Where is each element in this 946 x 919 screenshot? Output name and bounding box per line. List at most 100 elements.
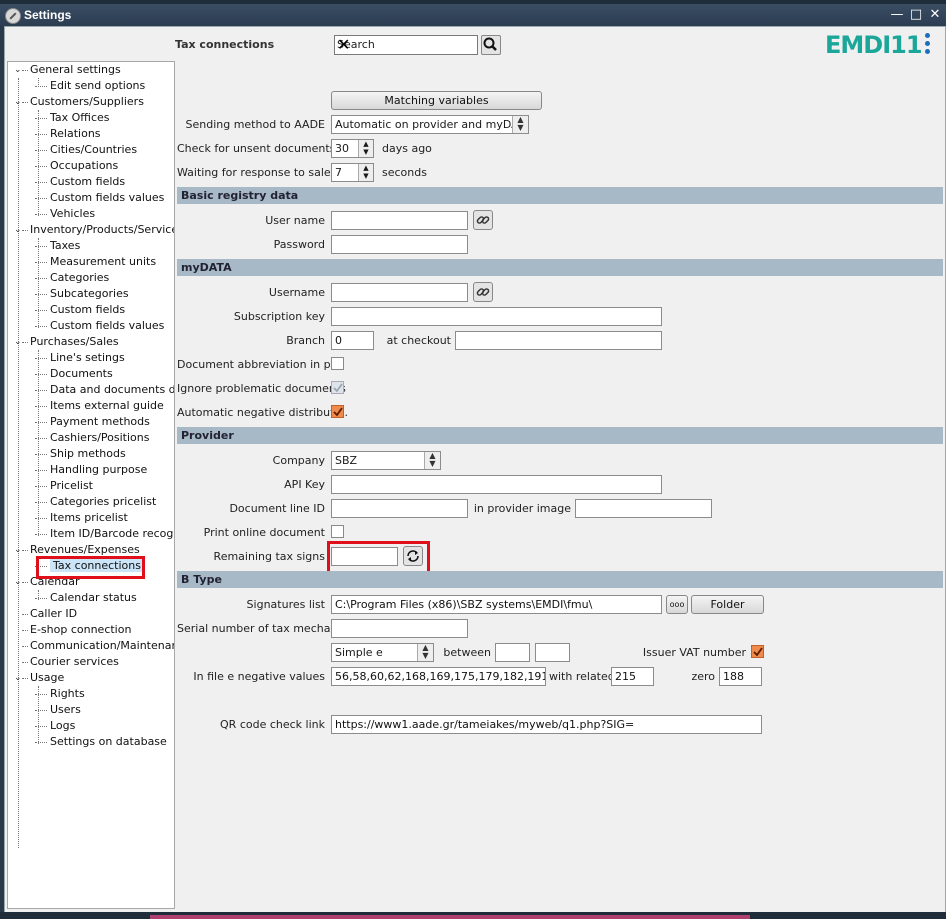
serial-number-input[interactable] xyxy=(331,619,468,638)
tree-custom-fields[interactable]: Custom fields xyxy=(8,302,125,318)
between-to-input[interactable] xyxy=(535,643,570,662)
in-provider-image-input[interactable] xyxy=(575,499,712,518)
waiting-spinner[interactable]: 7 ▲ ▼ xyxy=(331,163,374,182)
spinner-arrows-icon[interactable]: ▲ ▼ xyxy=(358,140,373,157)
tree-eshop-connection[interactable]: E-shop connection xyxy=(8,622,131,638)
tree-custom-fields-values[interactable]: Custom fields values xyxy=(8,190,164,206)
tree-vehicles[interactable]: Vehicles xyxy=(8,206,95,222)
tree-purchases-sales[interactable]: ⌄ Purchases/Sales xyxy=(8,334,119,350)
print-online-checkbox[interactable] xyxy=(331,525,344,538)
tree-customers-suppliers[interactable]: ⌄ Customers/Suppliers xyxy=(8,94,144,110)
zero-label: zero xyxy=(691,670,715,683)
collapse-icon[interactable]: ⌄ xyxy=(14,226,23,235)
collapse-icon[interactable]: ⌄ xyxy=(14,578,23,587)
subscription-key-input[interactable] xyxy=(331,307,662,326)
tree-items-external-guide[interactable]: Items external guide xyxy=(8,398,164,414)
tree-usage[interactable]: ⌄ Usage xyxy=(8,670,64,686)
with-related-label: with related xyxy=(549,670,615,683)
link-icon[interactable] xyxy=(473,210,493,230)
matching-variables-button[interactable]: Matching variables xyxy=(331,91,542,110)
print-online-label: Print online document xyxy=(203,526,325,539)
tree-communication-maintenance[interactable]: Communication/Maintenance xyxy=(8,638,174,654)
collapse-icon[interactable]: ⌄ xyxy=(14,674,23,683)
api-key-input[interactable] xyxy=(331,475,662,494)
signatures-list-input[interactable]: C:\Program Files (x86)\SBZ systems\EMDI\… xyxy=(331,595,662,614)
username-input[interactable] xyxy=(331,283,468,302)
tree-relations[interactable]: Relations xyxy=(8,126,101,142)
tree-ship-methods[interactable]: Ship methods xyxy=(8,446,126,462)
tree-cities-countries[interactable]: Cities/Countries xyxy=(8,142,137,158)
tree-courier-services[interactable]: Courier services xyxy=(8,654,119,670)
window-title: Settings xyxy=(24,8,72,22)
collapse-icon[interactable]: ⌄ xyxy=(14,66,23,75)
collapse-icon[interactable]: ⌄ xyxy=(14,98,23,107)
tree-taxes[interactable]: Taxes xyxy=(8,238,80,254)
tree-subcategories[interactable]: Subcategories xyxy=(8,286,129,302)
close-icon[interactable]: ✕ xyxy=(926,7,944,23)
search-button[interactable] xyxy=(481,35,501,55)
tree-measurement-units[interactable]: Measurement units xyxy=(8,254,156,270)
zero-input[interactable]: 188 xyxy=(719,667,762,686)
tree-calendar-status[interactable]: Calendar status xyxy=(8,590,137,606)
page-title: Tax connections xyxy=(175,38,275,51)
tree-general-settings[interactable]: ⌄ General settings xyxy=(8,62,121,78)
tree-categories-pricelist[interactable]: Categories pricelist xyxy=(8,494,156,510)
tree-logs[interactable]: Logs xyxy=(8,718,75,734)
check-unsent-spinner[interactable]: 30 ▲ ▼ xyxy=(331,139,374,158)
days-ago-label: days ago xyxy=(382,142,432,155)
auto-negative-checkbox[interactable] xyxy=(331,405,344,418)
settings-window: Tax connections Search ✕ EMDI11 ⌄ General… xyxy=(4,26,946,913)
search-input[interactable]: Search ✕ xyxy=(334,35,478,55)
doc-abbrev-label: Document abbreviation in pr... xyxy=(177,358,345,371)
tree-items-pricelist[interactable]: Items pricelist xyxy=(8,510,128,526)
with-related-input[interactable]: 215 xyxy=(611,667,654,686)
section-b-type: B Type xyxy=(177,571,943,588)
simple-e-select[interactable]: Simple e ▲ ▼ xyxy=(331,643,434,662)
password-input[interactable] xyxy=(331,235,468,254)
collapse-icon[interactable]: ⌄ xyxy=(14,546,23,555)
at-checkout-input[interactable] xyxy=(455,331,662,350)
tree-data-and-documents[interactable]: Data and documents desi xyxy=(8,382,174,398)
tree-lines-settings[interactable]: Line's setings xyxy=(8,350,125,366)
tree-payment-methods[interactable]: Payment methods xyxy=(8,414,150,430)
tree-handling-purpose[interactable]: Handling purpose xyxy=(8,462,147,478)
spinner-arrows-icon[interactable]: ▲ ▼ xyxy=(358,164,373,181)
tree-custom-fields-values[interactable]: Custom fields values xyxy=(8,318,164,334)
tree-tax-offices[interactable]: Tax Offices xyxy=(8,110,110,126)
in-file-negative-input[interactable]: 56,58,60,62,168,169,175,179,182,191,193,… xyxy=(331,667,546,686)
sending-method-select[interactable]: Automatic on provider and myDATA ▲ ▼ xyxy=(331,115,529,134)
tree-cashiers-positions[interactable]: Cashiers/Positions xyxy=(8,430,149,446)
user-name-label: User name xyxy=(265,214,325,227)
tree-caller-id[interactable]: Caller ID xyxy=(8,606,77,622)
tree-pricelist[interactable]: Pricelist xyxy=(8,478,93,494)
tree-edit-send-options[interactable]: Edit send options xyxy=(8,78,145,94)
company-select[interactable]: SBZ ▲ ▼ xyxy=(331,451,441,470)
tree-settings-on-database[interactable]: Settings on database xyxy=(8,734,167,750)
qr-code-input[interactable]: https://www1.aade.gr/tameiakes/myweb/q1.… xyxy=(331,715,762,734)
collapse-icon[interactable]: ⌄ xyxy=(14,338,23,347)
maximize-icon[interactable]: □ xyxy=(907,7,925,23)
link-icon[interactable] xyxy=(473,282,493,302)
signatures-list-label: Signatures list xyxy=(246,598,325,611)
issuer-vat-checkbox[interactable] xyxy=(751,645,764,658)
folder-button[interactable]: Folder xyxy=(691,595,764,614)
browse-button[interactable]: ooo xyxy=(666,595,688,614)
clear-search-icon[interactable]: ✕ xyxy=(337,35,475,54)
minimize-icon[interactable]: — xyxy=(888,7,906,23)
user-name-input[interactable] xyxy=(331,211,468,230)
tree-custom-fields[interactable]: Custom fields xyxy=(8,174,125,190)
tree-inventory[interactable]: ⌄ Inventory/Products/Services xyxy=(8,222,174,238)
tree-occupations[interactable]: Occupations xyxy=(8,158,118,174)
tree-users[interactable]: Users xyxy=(8,702,81,718)
doc-line-id-input[interactable] xyxy=(331,499,468,518)
tree-rights[interactable]: Rights xyxy=(8,686,85,702)
ignore-problematic-checkbox[interactable] xyxy=(331,381,344,394)
doc-abbrev-checkbox[interactable] xyxy=(331,357,344,370)
tree-item-id-barcode[interactable]: Item ID/Barcode recognize xyxy=(8,526,174,542)
branch-input[interactable]: 0 xyxy=(331,331,374,350)
tree-documents[interactable]: Documents xyxy=(8,366,113,382)
dropdown-arrow-icon: ▲ ▼ xyxy=(512,116,528,133)
tree-categories[interactable]: Categories xyxy=(8,270,109,286)
between-from-input[interactable] xyxy=(495,643,530,662)
more-options-icon[interactable] xyxy=(925,33,931,57)
